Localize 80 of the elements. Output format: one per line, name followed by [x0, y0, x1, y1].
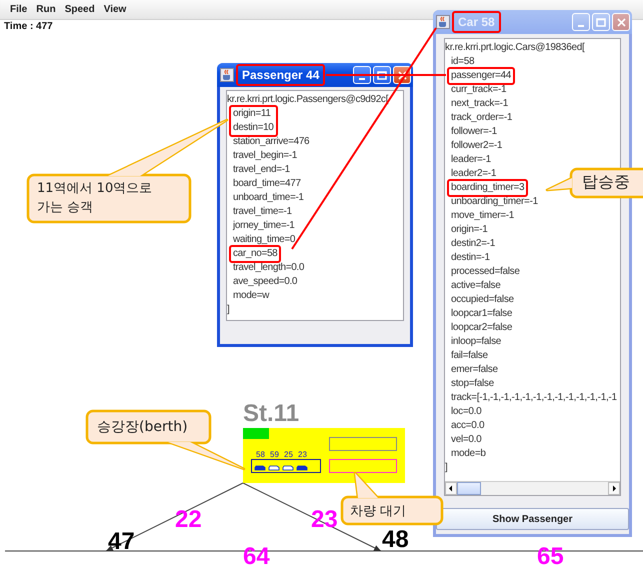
property-line: next_track=-1 — [450, 97, 508, 111]
window-title: Car 58 — [452, 11, 501, 33]
property-line: follower=-1 — [450, 125, 497, 139]
property-line: inloop=false — [450, 335, 502, 349]
property-line: mode=w — [232, 289, 269, 303]
property-line: travel_begin=-1 — [232, 149, 297, 163]
property-line: boarding_timer=3 — [450, 181, 524, 195]
property-line: curr_track=-1 — [450, 83, 506, 97]
property-line: mode=b — [450, 447, 486, 461]
property-line: board_time=477 — [232, 177, 301, 191]
property-line: id=58 — [450, 55, 474, 69]
property-line: travel_end=-1 — [232, 163, 290, 177]
node-label: 48 — [382, 526, 409, 553]
callout-text: 탑승중 — [582, 172, 630, 193]
property-line: kr.re.krri.prt.logic.Passengers@c9d92c[ — [227, 93, 388, 107]
property-line: track_order=-1 — [450, 111, 512, 125]
minimize-icon — [578, 25, 584, 27]
property-line: ] — [445, 461, 448, 475]
track-label: 64 — [243, 543, 270, 567]
property-line: ave_speed=0.0 — [232, 275, 298, 289]
waiting-slot — [329, 459, 397, 473]
property-line: loopcar1=false — [450, 307, 512, 321]
property-line: loc=0.0 — [450, 405, 482, 419]
track-label: 22 — [175, 506, 202, 533]
cup-icon — [436, 15, 450, 29]
property-line: car_no=58 — [232, 247, 278, 261]
maximize-icon — [596, 18, 606, 26]
track-label: 65 — [537, 543, 564, 567]
property-line: vel=0.0 — [450, 433, 482, 447]
close-icon — [398, 70, 406, 80]
property-line: track=[-1,-1,-1,-1,-1,-1,-1,-1,-1,-1,-1,-1,-1 — [450, 391, 617, 405]
car-number: 58 — [256, 450, 265, 459]
property-line: stop=false — [450, 377, 494, 391]
property-line: origin=11 — [232, 107, 272, 121]
property-line: leader=-1 — [450, 153, 491, 167]
callout-text: 11역에서 10역으로 가는 승객 — [37, 180, 152, 217]
property-line: follower2=-1 — [450, 139, 502, 153]
time-label: Time : 477 — [3, 20, 54, 33]
property-line: travel_time=-1 — [232, 205, 292, 219]
property-line: leader2=-1 — [450, 167, 496, 181]
property-line: move_timer=-1 — [450, 209, 514, 223]
cup-icon — [220, 68, 234, 82]
callout-text: 승강장(berth) — [97, 418, 188, 436]
property-line: destin2=-1 — [450, 237, 495, 251]
property-line: active=false — [450, 279, 500, 293]
window-title: Passenger 44 — [236, 64, 326, 86]
maximize-icon — [377, 70, 387, 80]
property-line: unboarding_timer=-1 — [450, 195, 538, 209]
property-line: ] — [227, 303, 230, 317]
slot-frame — [329, 437, 397, 451]
property-line: destin=10 — [232, 121, 274, 135]
car-number: 23 — [298, 450, 307, 459]
berth-frame — [251, 459, 321, 473]
menu-item[interactable]: Speed — [60, 4, 100, 15]
property-line: acc=0.0 — [450, 419, 484, 433]
menu-item[interactable]: Run — [32, 4, 61, 15]
car-number: 59 — [270, 450, 279, 459]
car-number: 25 — [284, 450, 293, 459]
property-line: travel_length=0.0 — [232, 261, 304, 275]
property-line: jorney_time=-1 — [232, 219, 295, 233]
station-name: St.11 — [243, 400, 300, 427]
property-line: origin=-1 — [450, 223, 488, 237]
close-icon — [616, 18, 626, 26]
minimize-icon — [359, 78, 365, 80]
status-indicator — [243, 428, 269, 439]
property-line: fail=false — [450, 349, 488, 363]
property-line: loopcar2=false — [450, 321, 512, 335]
property-line: emer=false — [450, 363, 498, 377]
property-line: passenger=44 — [450, 69, 512, 83]
scroll-thumb[interactable] — [457, 482, 481, 495]
property-line: processed=false — [450, 265, 520, 279]
property-line: destin=-1 — [450, 251, 490, 265]
property-line: occupied=false — [450, 293, 514, 307]
menu-item[interactable]: File — [6, 4, 32, 15]
property-line: kr.re.krri.prt.logic.Cars@19836ed[ — [445, 41, 584, 55]
property-line: unboard_time=-1 — [232, 191, 304, 205]
property-line: station_arrive=476 — [232, 135, 310, 149]
callout-text: 차량 대기 — [350, 503, 406, 520]
menu-item[interactable]: View — [100, 4, 132, 15]
property-line: waiting_time=0 — [232, 233, 296, 247]
